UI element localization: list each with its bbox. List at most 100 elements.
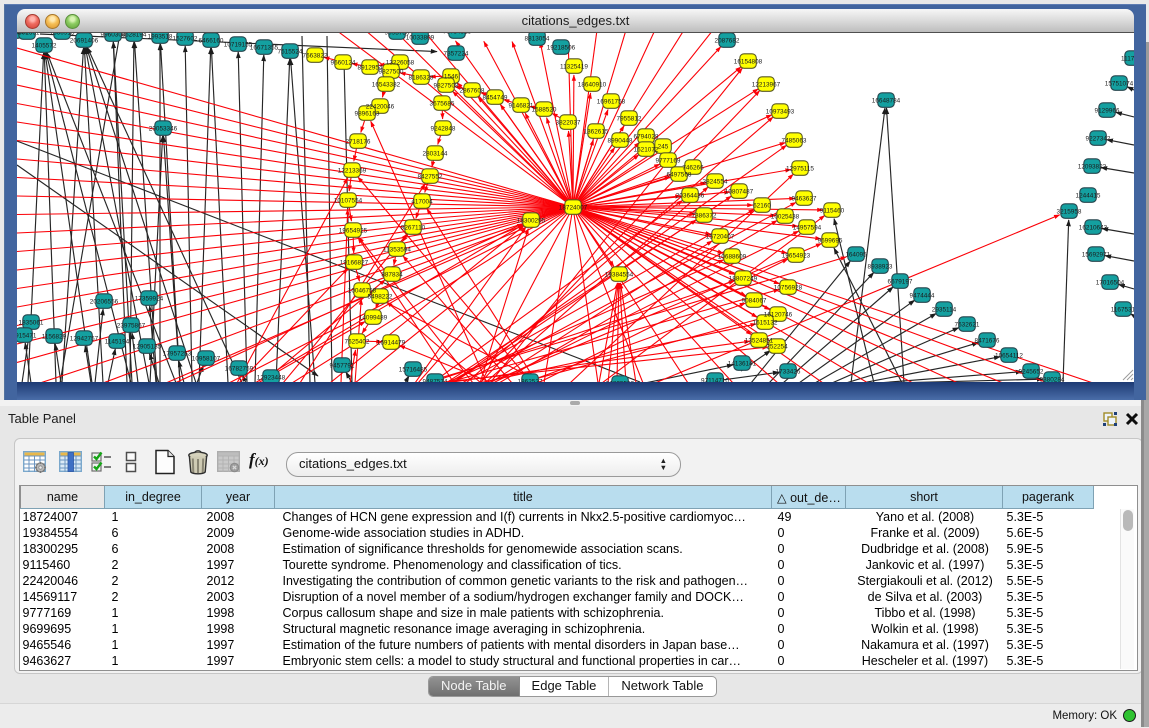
svg-text:9129966: 9129966 (1095, 107, 1120, 114)
svg-text:10958107: 10958107 (192, 355, 221, 362)
svg-text:23975867: 23975867 (117, 322, 146, 329)
svg-text:8938923: 8938923 (868, 263, 893, 270)
svg-text:164095: 164095 (845, 251, 867, 258)
svg-text:19218506: 19218506 (547, 44, 576, 51)
svg-text:9084067: 9084067 (742, 297, 767, 304)
svg-text:7625402: 7625402 (345, 338, 370, 345)
svg-text:19384554: 19384554 (605, 271, 634, 278)
svg-text:252254: 252254 (766, 343, 788, 350)
svg-text:1835061: 1835061 (19, 319, 44, 326)
svg-text:1117207: 1117207 (1121, 55, 1134, 62)
svg-text:11325419: 11325419 (560, 63, 588, 70)
svg-text:62160: 62160 (753, 202, 771, 209)
svg-text:10756928: 10756928 (774, 284, 803, 291)
svg-text:16671355: 16671355 (250, 44, 279, 51)
svg-text:7485063: 7485063 (782, 137, 807, 144)
svg-text:9146821: 9146821 (509, 102, 534, 109)
svg-text:1546: 1546 (444, 73, 459, 80)
svg-text:8186328: 8186328 (409, 74, 434, 81)
svg-text:3915471: 3915471 (17, 332, 37, 339)
svg-text:12975115: 12975115 (786, 165, 814, 172)
svg-text:9463627: 9463627 (792, 195, 817, 202)
svg-text:2867608: 2867608 (460, 87, 485, 94)
svg-text:2718176: 2718176 (346, 138, 371, 145)
svg-text:1362615: 1362615 (584, 128, 609, 135)
svg-text:417004: 417004 (411, 198, 433, 205)
svg-text:18300295: 18300295 (517, 217, 546, 224)
svg-text:1145194: 1145194 (105, 338, 130, 345)
svg-text:16210643: 16210643 (1079, 224, 1108, 231)
svg-text:3675685: 3675685 (430, 100, 455, 107)
svg-text:3822037: 3822037 (556, 119, 581, 126)
svg-text:1588520: 1588520 (532, 106, 557, 113)
svg-text:18724007: 18724007 (559, 204, 588, 211)
svg-text:1527602: 1527602 (173, 35, 198, 42)
svg-text:16961758: 16961758 (597, 98, 626, 105)
svg-text:7955812: 7955812 (617, 115, 642, 122)
svg-text:15751074: 15751074 (1105, 80, 1134, 87)
svg-text:8267110: 8267110 (401, 224, 426, 231)
svg-text:8301661: 8301661 (17, 33, 40, 36)
svg-text:18807249: 18807249 (729, 275, 758, 282)
svg-text:2087682: 2087682 (715, 37, 740, 44)
svg-text:3215958: 3215958 (1057, 208, 1082, 215)
svg-text:1244415: 1244415 (1076, 192, 1101, 199)
svg-text:17359924: 17359924 (135, 295, 164, 302)
svg-text:7663822: 7663822 (303, 52, 328, 59)
svg-text:16154808: 16154808 (734, 58, 763, 65)
svg-text:1733426: 1733426 (776, 368, 801, 375)
svg-text:22420046: 22420046 (366, 103, 395, 110)
svg-text:10654112: 10654112 (995, 352, 1023, 359)
svg-text:15716485: 15716485 (399, 366, 428, 373)
svg-text:13226058: 13226058 (386, 59, 415, 66)
svg-text:7357224: 7357224 (444, 50, 469, 57)
svg-text:12093822: 12093822 (1078, 163, 1107, 170)
svg-text:8471676: 8471676 (975, 337, 1000, 344)
svg-text:19654925: 19654925 (339, 227, 368, 234)
svg-text:9827508: 9827508 (434, 82, 459, 89)
svg-text:9896163: 9896163 (355, 110, 380, 117)
svg-text:8454749: 8454749 (483, 94, 508, 101)
svg-text:10025438: 10025438 (771, 213, 800, 220)
svg-text:5498222: 5498222 (368, 293, 393, 300)
svg-text:1156829: 1156829 (42, 333, 67, 340)
svg-text:12923448: 12923448 (257, 374, 286, 381)
svg-text:8990448: 8990448 (608, 137, 633, 144)
svg-text:19166827: 19166827 (340, 259, 369, 266)
svg-text:12213967: 12213967 (752, 81, 781, 88)
svg-text:245: 245 (658, 143, 669, 150)
svg-text:2803144: 2803144 (423, 150, 448, 157)
svg-text:14099489: 14099489 (359, 314, 388, 321)
svg-text:14136141: 14136141 (728, 360, 757, 367)
svg-text:9474444: 9474444 (910, 292, 935, 299)
svg-text:6679197: 6679197 (888, 278, 913, 285)
svg-text:8813054: 8813054 (525, 35, 550, 42)
svg-text:18640910: 18640910 (578, 81, 607, 88)
svg-text:79754323: 79754323 (443, 33, 472, 35)
svg-text:14957594: 14957594 (793, 224, 822, 231)
svg-text:15692971: 15692971 (1082, 251, 1111, 258)
svg-text:1167531: 1167531 (1111, 306, 1134, 313)
svg-text:4628194: 4628194 (122, 33, 147, 38)
svg-text:12905135: 12905135 (133, 343, 162, 350)
svg-text:20364436: 20364436 (676, 192, 705, 199)
svg-text:1993518: 1993518 (148, 33, 173, 40)
svg-text:6497568: 6497568 (667, 171, 692, 178)
svg-text:19654923: 19654923 (782, 252, 811, 259)
svg-text:9457791: 9457791 (330, 362, 355, 369)
svg-text:7386372: 7386372 (692, 212, 717, 219)
svg-text:12213369: 12213369 (338, 167, 367, 174)
svg-text:10807487: 10807487 (725, 188, 754, 195)
svg-text:7515524: 7515524 (278, 48, 303, 55)
svg-text:7632621: 7632621 (955, 321, 980, 328)
svg-text:16914479: 16914479 (377, 339, 406, 346)
svg-text:887834: 887834 (381, 271, 403, 278)
svg-text:16782759: 16782759 (225, 365, 254, 372)
svg-text:16120746: 16120746 (764, 311, 793, 318)
svg-text:1860913: 1860913 (50, 33, 75, 36)
svg-text:17016504: 17016504 (1096, 279, 1125, 286)
svg-text:29053346: 29053346 (149, 125, 178, 132)
svg-text:10107554: 10107554 (334, 197, 363, 204)
svg-text:6466160: 6466160 (199, 37, 224, 44)
svg-text:1405572: 1405572 (32, 42, 57, 49)
